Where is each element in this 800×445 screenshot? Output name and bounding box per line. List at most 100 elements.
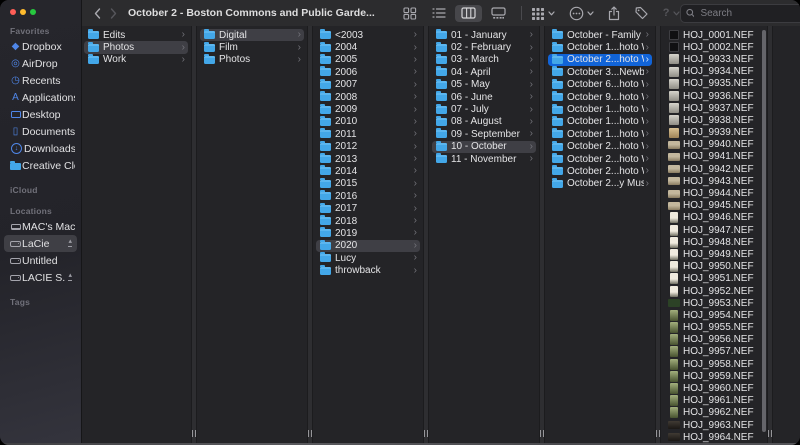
folder-row[interactable]: 09 - September› <box>432 128 536 140</box>
folder-row[interactable]: <2003› <box>316 29 420 41</box>
folder-row[interactable]: 10 - October› <box>432 141 536 153</box>
file-row[interactable]: HOJ_9936.NEF <box>665 90 765 102</box>
folder-row[interactable]: 2019› <box>316 227 420 239</box>
folder-row[interactable]: October 6...hoto Walk› <box>548 79 652 91</box>
folder-row[interactable]: 11 - November› <box>432 153 536 165</box>
tag-button[interactable] <box>634 3 649 23</box>
sidebar-item-recents[interactable]: ◷Recents <box>4 72 77 89</box>
file-row[interactable]: HOJ_9956.NEF <box>665 334 765 346</box>
sidebar-item-documents[interactable]: ▯Documents <box>4 123 77 140</box>
file-row[interactable]: HOJ_9958.NEF <box>665 358 765 370</box>
folder-row[interactable]: Photos› <box>84 41 188 53</box>
folder-row[interactable]: 2006› <box>316 66 420 78</box>
file-row[interactable]: HOJ_9933.NEF <box>665 53 765 65</box>
folder-row[interactable]: 2018› <box>316 215 420 227</box>
folder-row[interactable]: 2011› <box>316 128 420 140</box>
folder-row[interactable]: Photos› <box>200 54 304 66</box>
folder-row[interactable]: 2015› <box>316 178 420 190</box>
file-row[interactable]: HOJ_9945.NEF <box>665 200 765 212</box>
file-row[interactable]: HOJ_9947.NEF <box>665 224 765 236</box>
file-row[interactable]: HOJ_9949.NEF <box>665 248 765 260</box>
folder-row[interactable]: 2007› <box>316 79 420 91</box>
sidebar-item-dropbox[interactable]: ◆Dropbox <box>4 38 77 55</box>
folder-row[interactable]: October 3...Newborn› <box>548 66 652 78</box>
file-row[interactable]: HOJ_9954.NEF <box>665 309 765 321</box>
column-view-button[interactable] <box>455 5 482 22</box>
folder-row[interactable]: October 2...hoto Walk› <box>548 153 652 165</box>
folder-row[interactable]: Edits› <box>84 29 188 41</box>
file-row[interactable]: HOJ_9962.NEF <box>665 407 765 419</box>
folder-row[interactable]: October 2...hoto Walk› <box>548 165 652 177</box>
file-row[interactable]: HOJ_9948.NEF <box>665 236 765 248</box>
folder-row[interactable]: 03 - March› <box>432 54 536 66</box>
file-row[interactable]: HOJ_9950.NEF <box>665 261 765 273</box>
sidebar-item-mac-s-mac-[interactable]: MAC's Mac... <box>4 218 77 235</box>
file-row[interactable]: HOJ_9951.NEF <box>665 273 765 285</box>
folder-row[interactable]: Digital› <box>200 29 304 41</box>
file-row[interactable]: HOJ_9959.NEF <box>665 370 765 382</box>
group-button[interactable] <box>531 3 555 23</box>
folder-row[interactable]: 2005› <box>316 54 420 66</box>
file-row[interactable]: HOJ_9939.NEF <box>665 127 765 139</box>
folder-row[interactable]: 2020› <box>316 240 420 252</box>
folder-row[interactable]: 2009› <box>316 103 420 115</box>
folder-row[interactable]: Lucy› <box>316 252 420 264</box>
actions-button[interactable] <box>569 3 594 23</box>
sidebar-item-untitled[interactable]: Untitled <box>4 252 77 269</box>
sidebar-item-lacie-s-[interactable]: LACIE S...▴ <box>4 269 77 286</box>
sidebar-item-creative-clo-[interactable]: Creative Clo... <box>4 157 77 174</box>
share-button[interactable] <box>608 3 620 23</box>
folder-row[interactable]: 2016› <box>316 190 420 202</box>
file-row[interactable]: HOJ_9937.NEF <box>665 102 765 114</box>
file-row[interactable]: HOJ_9938.NEF <box>665 114 765 126</box>
sidebar-item-lacie[interactable]: LaCie▴ <box>4 235 77 252</box>
folder-row[interactable]: 08 - August› <box>432 116 536 128</box>
search-field[interactable] <box>680 4 800 23</box>
folder-row[interactable]: Work› <box>84 54 188 66</box>
folder-row[interactable]: October 9...hoto Walk› <box>548 91 652 103</box>
file-row[interactable]: HOJ_9955.NEF <box>665 322 765 334</box>
folder-row[interactable]: 2013› <box>316 153 420 165</box>
folder-row[interactable]: October 1...hoto Walk› <box>548 128 652 140</box>
file-row[interactable]: HOJ_9946.NEF <box>665 212 765 224</box>
folder-row[interactable]: October 1...hoto Walk› <box>548 116 652 128</box>
file-row[interactable]: HOJ_9961.NEF <box>665 395 765 407</box>
file-row[interactable]: HOJ_9940.NEF <box>665 139 765 151</box>
folder-row[interactable]: October 2...hoto Walk› <box>548 54 652 66</box>
file-row[interactable]: HOJ_9960.NEF <box>665 382 765 394</box>
forward-button[interactable] <box>105 3 121 23</box>
minimize-button[interactable] <box>20 9 26 15</box>
file-row[interactable]: HOJ_9952.NEF <box>665 285 765 297</box>
file-row[interactable]: HOJ_0002.NEF <box>665 41 765 53</box>
sidebar-item-applications[interactable]: AApplications <box>4 89 77 106</box>
file-row[interactable]: HOJ_9963.NEF <box>665 419 765 431</box>
folder-row[interactable]: 2010› <box>316 116 420 128</box>
list-view-button[interactable] <box>426 5 452 22</box>
eject-icon[interactable]: ▴ <box>68 239 72 247</box>
folder-row[interactable]: 2017› <box>316 202 420 214</box>
folder-row[interactable]: 05 - May› <box>432 79 536 91</box>
file-row[interactable]: HOJ_0001.NEF <box>665 29 765 41</box>
close-button[interactable] <box>10 9 16 15</box>
folder-row[interactable]: 04 - April› <box>432 66 536 78</box>
folder-row[interactable]: 2014› <box>316 165 420 177</box>
file-row[interactable]: HOJ_9964.NEF <box>665 431 765 443</box>
folder-row[interactable]: throwback› <box>316 264 420 276</box>
folder-row[interactable]: October 2...y Museum› <box>548 178 652 190</box>
folder-row[interactable]: 2008› <box>316 91 420 103</box>
folder-row[interactable]: October 1...hoto Walk› <box>548 103 652 115</box>
folder-row[interactable]: 02 - February› <box>432 41 536 53</box>
folder-row[interactable]: 07 - July› <box>432 103 536 115</box>
gallery-view-button[interactable] <box>485 5 512 22</box>
file-row[interactable]: HOJ_9944.NEF <box>665 187 765 199</box>
folder-row[interactable]: 2004› <box>316 41 420 53</box>
folder-row[interactable]: October 1...hoto Walk› <box>548 41 652 53</box>
file-row[interactable]: HOJ_9935.NEF <box>665 78 765 90</box>
file-row[interactable]: HOJ_9957.NEF <box>665 346 765 358</box>
folder-row[interactable]: October 2...hoto Walk› <box>548 141 652 153</box>
file-row[interactable]: HOJ_9941.NEF <box>665 151 765 163</box>
zoom-button[interactable] <box>30 9 36 15</box>
sidebar-item-airdrop[interactable]: ◎AirDrop <box>4 55 77 72</box>
file-row[interactable]: HOJ_9934.NEF <box>665 66 765 78</box>
folder-row[interactable]: October - Family› <box>548 29 652 41</box>
